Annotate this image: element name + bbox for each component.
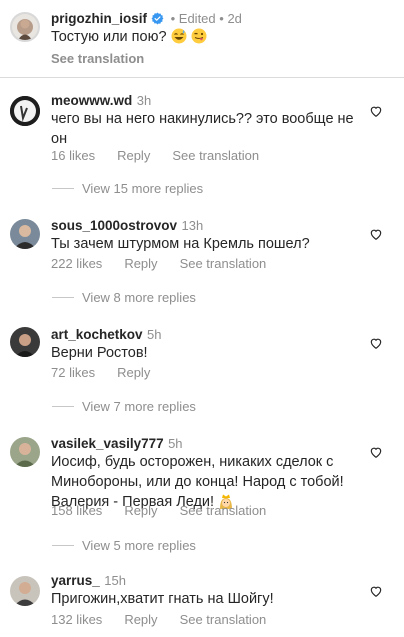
see-translation-link[interactable]: See translation [172, 148, 259, 163]
reply-line [52, 188, 74, 189]
heart-icon[interactable] [369, 104, 383, 118]
heart-icon[interactable] [369, 584, 383, 598]
heart-icon[interactable] [369, 227, 383, 241]
view-more-replies[interactable]: View 8 more replies [52, 290, 196, 305]
heart-icon[interactable] [369, 445, 383, 459]
verified-badge-icon [151, 12, 164, 25]
comment-time: 5h [147, 327, 162, 342]
avatar[interactable] [10, 219, 40, 249]
avatar[interactable] [10, 576, 40, 606]
grinning-sweat-emoji [171, 28, 187, 44]
reply-line [52, 406, 74, 407]
reply-button[interactable]: Reply [124, 612, 157, 627]
heart-icon[interactable] [369, 336, 383, 350]
comment-text-line: он [51, 131, 68, 147]
avatar[interactable] [10, 96, 40, 126]
likes-count[interactable]: 132 likes [51, 612, 102, 627]
avatar[interactable] [10, 12, 40, 42]
see-translation-link[interactable]: See translation [51, 51, 144, 66]
caption-text: Тостую или пою? [51, 29, 167, 45]
comment-text-line: Иосиф, будь осторожен, никаких сделок с [51, 454, 334, 470]
comment-text-line: Пригожин,хватит гнать на Шойгу! [51, 591, 274, 607]
view-more-replies[interactable]: View 7 more replies [52, 399, 196, 414]
reply-line [52, 545, 74, 546]
reply-button[interactable]: Reply [117, 365, 150, 380]
reply-button[interactable]: Reply [124, 503, 157, 518]
comment-time: 5h [168, 436, 183, 451]
view-more-replies[interactable]: View 5 more replies [52, 538, 196, 553]
caption-username[interactable]: prigozhin_iosif [51, 11, 147, 26]
comment-time: 3h [136, 93, 152, 108]
comment-username[interactable]: sous_1000ostrovov [51, 218, 177, 233]
comment-text-line: Верни Ростов! [51, 345, 148, 361]
see-translation-link[interactable]: See translation [180, 503, 267, 518]
edited-status: Edited [178, 11, 216, 26]
avatar[interactable] [10, 327, 40, 357]
reply-button[interactable]: Reply [117, 148, 150, 163]
comment-time: 13h [181, 218, 204, 233]
see-translation-link[interactable]: See translation [180, 612, 267, 627]
comment-username[interactable]: meowww.wd [51, 93, 132, 108]
comment-username[interactable]: yarrus_ [51, 573, 100, 588]
comment-username[interactable]: vasilek_vasily777 [51, 436, 164, 451]
likes-count[interactable]: 72 likes [51, 365, 95, 380]
view-more-replies[interactable]: View 15 more replies [52, 181, 203, 196]
divider [0, 77, 404, 78]
comment-text-line: Ты зачем штурмом на Кремль пошел? [51, 236, 310, 252]
likes-count[interactable]: 158 likes [51, 503, 102, 518]
winking-tongue-emoji [191, 28, 207, 44]
avatar[interactable] [10, 437, 40, 467]
reply-button[interactable]: Reply [124, 256, 157, 271]
comment-text-line: Минобороны, или до конца! Народ с тобой! [51, 474, 344, 490]
likes-count[interactable]: 16 likes [51, 148, 95, 163]
reply-line [52, 297, 74, 298]
likes-count[interactable]: 222 likes [51, 256, 102, 271]
caption-time: 2d [227, 11, 242, 26]
post-caption: prigozhin_iosif • Edited • 2d Тостую или… [0, 0, 404, 77]
see-translation-link[interactable]: See translation [180, 256, 267, 271]
comment-text-line: чего вы на него накинулись?? это вообще … [51, 111, 354, 127]
comment-time: 15h [104, 573, 126, 588]
comment-username[interactable]: art_kochetkov [51, 327, 143, 342]
